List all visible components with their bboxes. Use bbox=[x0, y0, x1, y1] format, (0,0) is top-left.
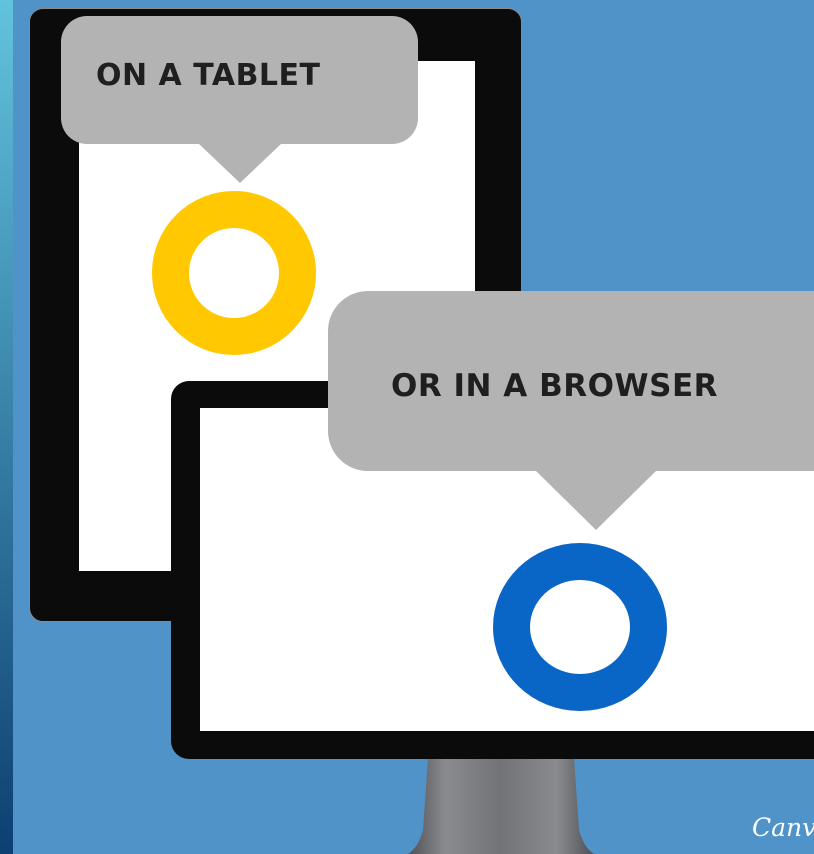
browser-speech-bubble-tail bbox=[535, 470, 657, 530]
monitor-stand bbox=[408, 758, 594, 854]
tablet-speech-bubble-tail bbox=[198, 143, 282, 183]
browser-label: OR IN A BROWSER bbox=[391, 368, 718, 404]
yellow-ring-icon bbox=[152, 191, 316, 355]
promo-illustration: ON A TABLET OR IN A BROWSER Canva bbox=[0, 0, 814, 854]
tablet-label: ON A TABLET bbox=[96, 58, 321, 93]
blue-ring-icon bbox=[493, 543, 667, 711]
left-accent-strip bbox=[0, 0, 13, 854]
monitor-stand-graphic bbox=[408, 758, 594, 854]
canva-watermark: Canva bbox=[752, 813, 814, 842]
